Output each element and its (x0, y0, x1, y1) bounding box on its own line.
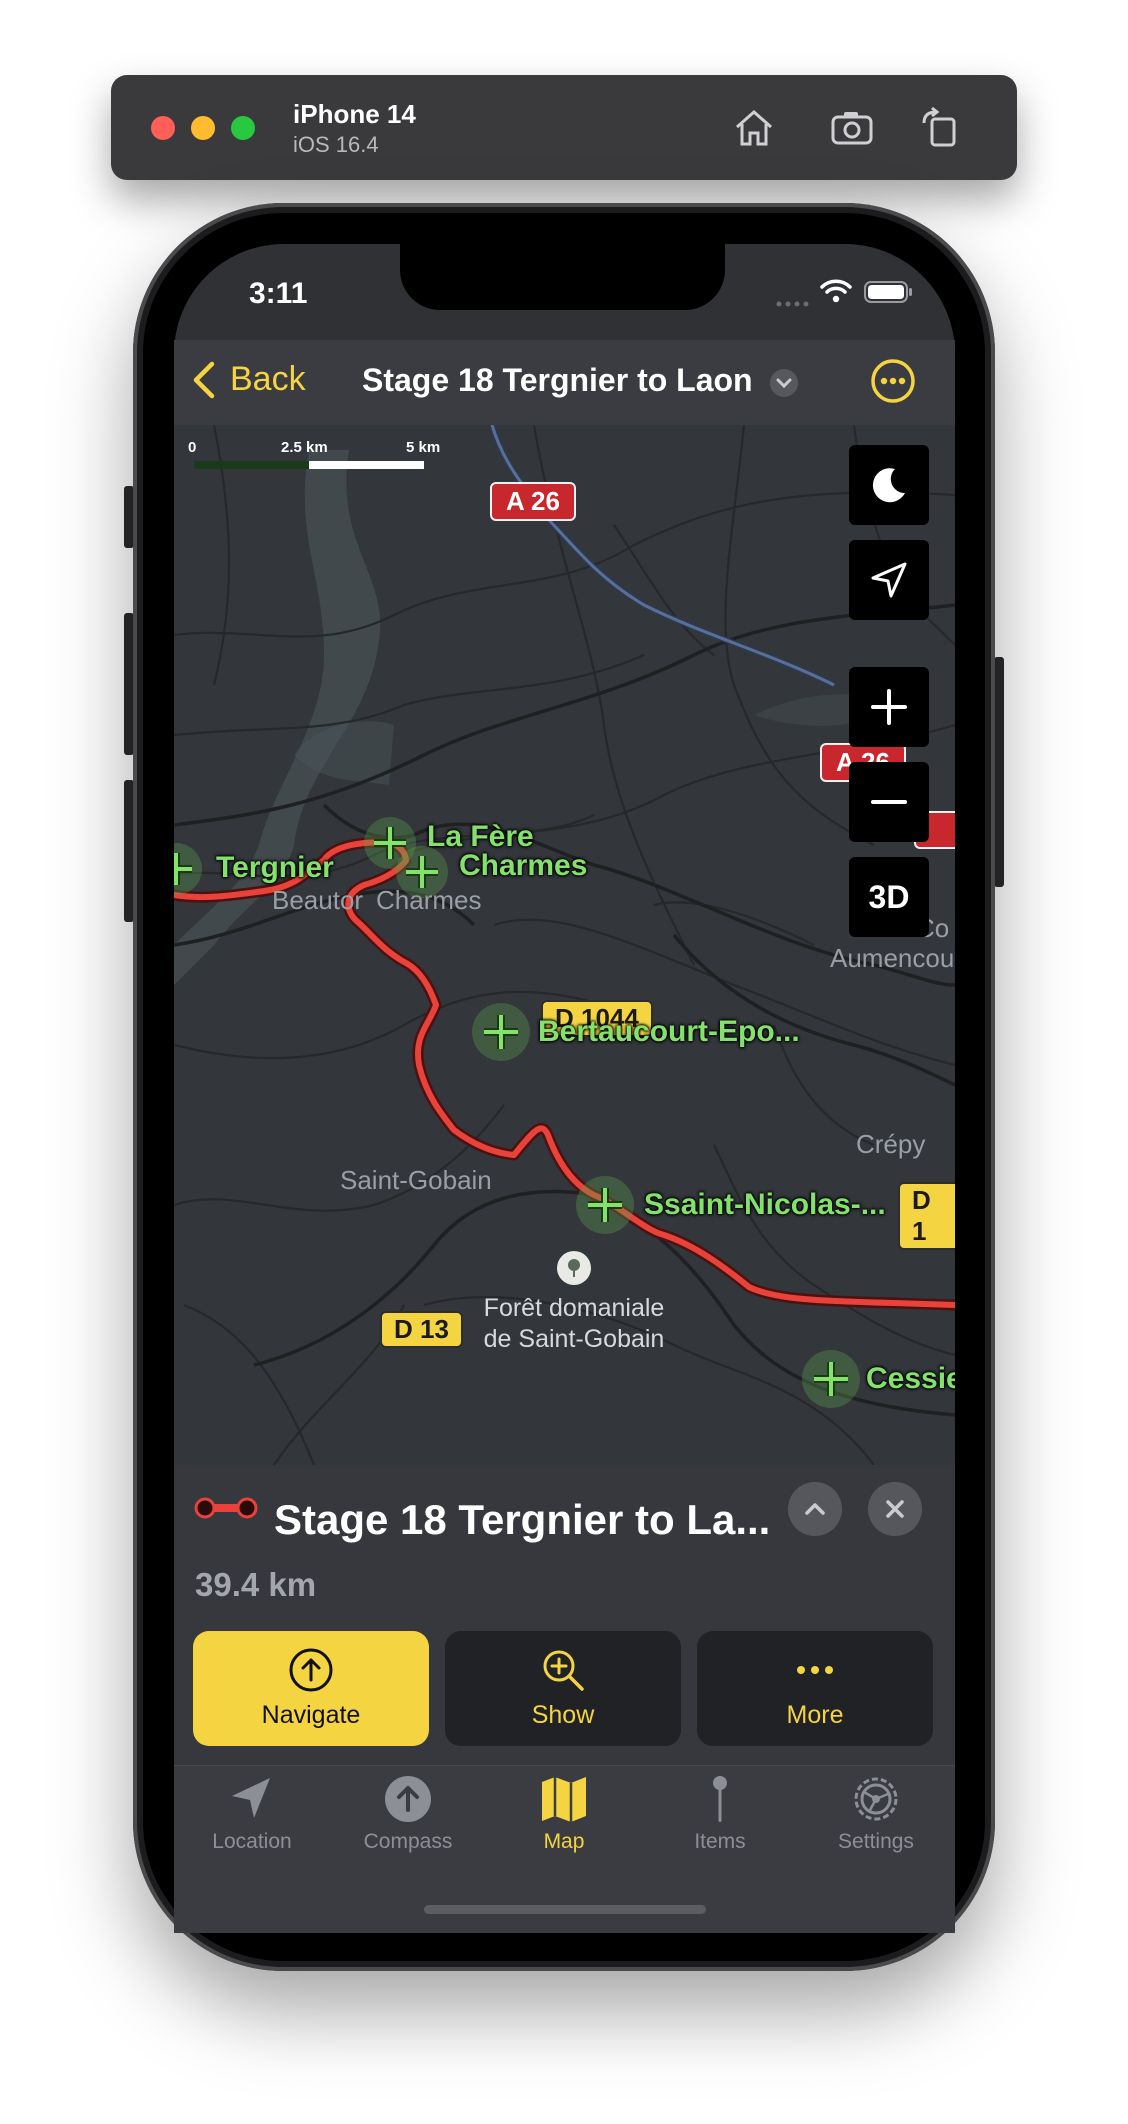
tab-items-label: Items (694, 1830, 746, 1853)
close-window-button[interactable] (151, 116, 175, 140)
simulator-device-name: iPhone 14 (293, 99, 416, 129)
ellipsis-icon (797, 1666, 833, 1674)
motorway-a26-casing (489, 425, 836, 688)
waypoint-label-cessieres[interactable]: Cessie (866, 1362, 955, 1396)
tab-settings[interactable]: Settings (798, 1774, 954, 1854)
location-arrow-icon (871, 562, 907, 598)
minus-icon (871, 800, 907, 804)
pin-icon (713, 1776, 727, 1822)
zoom-in-button[interactable] (849, 667, 929, 747)
chevron-down-icon[interactable] (770, 369, 798, 397)
show-label: Show (531, 1701, 595, 1729)
plus-icon (871, 689, 907, 725)
tab-location[interactable]: Location (174, 1774, 330, 1854)
wifi-icon (820, 279, 852, 303)
tab-map-label: Map (543, 1830, 585, 1853)
waypoint-label-charmes[interactable]: Charmes (459, 849, 587, 883)
navigate-label: Navigate (261, 1701, 361, 1729)
moon-icon (872, 468, 905, 503)
scale-label-max: 5 km (406, 439, 441, 456)
scale-bar-light (309, 461, 424, 469)
waypoint-marker-tergnier[interactable] (174, 843, 202, 895)
road-label-d1: D 1 (898, 1182, 955, 1250)
collapse-sheet-button[interactable] (788, 1482, 842, 1536)
more-options-icon[interactable] (870, 358, 916, 404)
close-sheet-button[interactable] (868, 1482, 922, 1536)
simulator-os-version: iOS 16.4 (293, 132, 379, 157)
zoom-icon (543, 1650, 584, 1691)
cellular-signal-icon (776, 295, 810, 307)
waypoint-marker-charmes[interactable] (396, 846, 448, 898)
waypoint-label-bertaucourt[interactable]: Bertaucourt-Epo... (538, 1015, 800, 1049)
waypoint-label-tergnier[interactable]: Tergnier (216, 851, 334, 885)
tab-location-label: Location (212, 1830, 292, 1853)
show-button[interactable]: Show (445, 1631, 681, 1746)
place-aumencourt: Aumencou (830, 943, 955, 973)
rotate-icon[interactable] (915, 103, 965, 153)
tab-items[interactable]: Items (642, 1774, 798, 1854)
back-button[interactable]: Back (230, 360, 306, 399)
waypoint-marker-cessieres[interactable] (802, 1350, 860, 1408)
scale-label-zero: 0 (188, 439, 197, 456)
waypoint-marker-ssaint-nicolas[interactable] (576, 1176, 634, 1234)
screenshot-icon[interactable] (827, 103, 877, 153)
tab-compass-label: Compass (363, 1830, 453, 1853)
motorway-a26 (490, 425, 835, 687)
scale-bar-dark (194, 461, 309, 469)
navigate-button[interactable]: Navigate (193, 1631, 429, 1746)
route-icon (193, 1495, 259, 1521)
road-label-d13: D 13 (380, 1311, 463, 1348)
place-foret: Forêt domaniale de Saint-Gobain (483, 1294, 665, 1353)
road-label-a26: A 26 (490, 482, 576, 521)
chevron-up-icon (805, 1503, 825, 1515)
notch (400, 244, 725, 310)
power-button (994, 657, 1004, 887)
chevron-left-icon[interactable] (190, 360, 220, 400)
sheet-title: Stage 18 Tergnier to La... (274, 1496, 771, 1543)
place-beautor: Beautor (272, 885, 364, 915)
place-saint-gobain: Saint-Gobain (340, 1165, 492, 1195)
scale-label-mid: 2.5 km (281, 439, 328, 456)
arrow-up-circle-icon (289, 1648, 333, 1692)
route-distance: 39.4 km (195, 1566, 317, 1603)
home-icon[interactable] (729, 103, 779, 153)
dark-mode-button[interactable] (849, 445, 929, 525)
tab-map[interactable]: Map (486, 1774, 642, 1854)
map-icon (542, 1777, 586, 1822)
close-icon (886, 1500, 904, 1518)
compass-icon (385, 1776, 431, 1822)
gear-icon (854, 1777, 898, 1821)
simulator-toolbar: iPhone 14 iOS 16.4 (111, 75, 1017, 180)
3d-toggle-button[interactable]: 3D (849, 857, 929, 937)
home-indicator (424, 1905, 706, 1914)
more-label: More (786, 1701, 844, 1729)
tree-icon[interactable] (557, 1251, 591, 1285)
tab-settings-label: Settings (838, 1830, 914, 1853)
more-button[interactable]: More (697, 1631, 933, 1746)
zoom-out-button[interactable] (849, 762, 929, 842)
zoom-window-button[interactable] (231, 116, 255, 140)
place-crepy: Crépy (856, 1129, 926, 1159)
tab-compass[interactable]: Compass (330, 1774, 486, 1854)
status-time: 3:11 (249, 277, 308, 310)
map-view[interactable]: 0 2.5 km 5 km A 26 A 26 D 1044 D 13 D 1 … (174, 425, 955, 1465)
page-title[interactable]: Stage 18 Tergnier to Laon (362, 362, 753, 399)
waypoint-marker-bertaucourt[interactable] (472, 1003, 530, 1061)
minimize-window-button[interactable] (191, 116, 215, 140)
waypoint-label-ssaint-nicolas[interactable]: Ssaint-Nicolas-... (644, 1188, 886, 1222)
locate-button[interactable] (849, 540, 929, 620)
battery-icon (864, 280, 914, 304)
location-arrow-icon (232, 1778, 270, 1818)
